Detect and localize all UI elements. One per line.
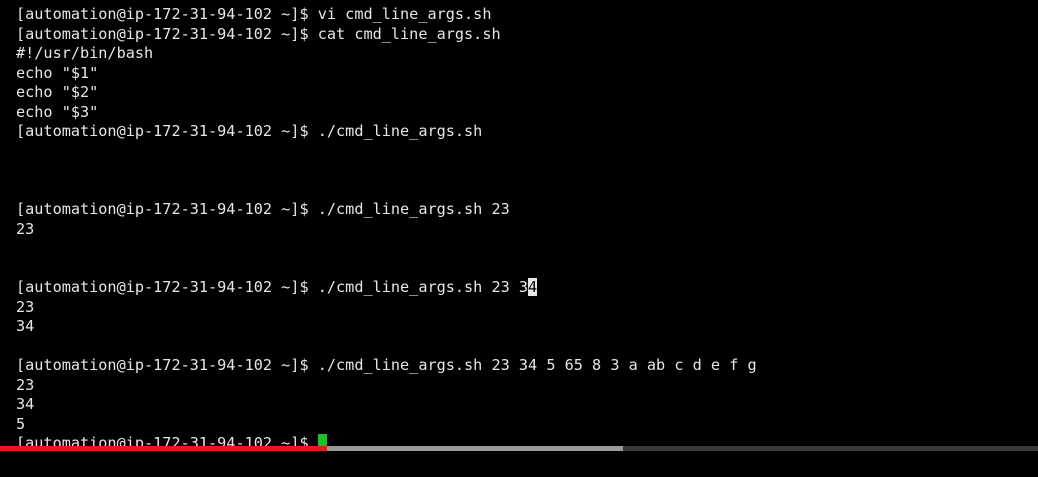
terminal-line: 23: [16, 297, 35, 316]
terminal-line: [automation@ip-172-31-94-102 ~]$ ./cmd_l…: [16, 200, 510, 218]
progress-played: [0, 446, 327, 451]
terminal-line: [automation@ip-172-31-94-102 ~]$ cat cmd…: [16, 24, 501, 43]
terminal-line: 34: [16, 395, 35, 413]
terminal-line: [automation@ip-172-31-94-102 ~]$ vi cmd_…: [16, 5, 492, 23]
video-progress-bar[interactable]: [0, 446, 1038, 451]
terminal-line: 23: [16, 375, 35, 394]
terminal-line: 34: [16, 317, 35, 335]
terminal-line: [automation@ip-172-31-94-102 ~]$ ./cmd_l…: [16, 122, 483, 140]
terminal-line: [automation@ip-172-31-94-102 ~]$ ./cmd_l…: [16, 356, 757, 374]
terminal-line: echo "$2": [16, 83, 99, 101]
terminal-line-with-selection: [automation@ip-172-31-94-102 ~]$ ./cmd_l…: [16, 278, 1038, 298]
terminal-window[interactable]: [automation@ip-172-31-94-102 ~]$ vi cmd_…: [0, 0, 1038, 477]
terminal-output: [automation@ip-172-31-94-102 ~]$ vi cmd_…: [16, 5, 1038, 454]
terminal-line: echo "$1": [16, 63, 99, 82]
text-selection[interactable]: 4: [528, 278, 538, 296]
terminal-line: 5: [16, 414, 26, 433]
terminal-line-text: [automation@ip-172-31-94-102 ~]$ ./cmd_l…: [16, 278, 529, 296]
terminal-line: 23: [16, 219, 35, 238]
terminal-line: echo "$3": [16, 102, 99, 121]
terminal-line: #!/usr/bin/bash: [16, 44, 154, 62]
